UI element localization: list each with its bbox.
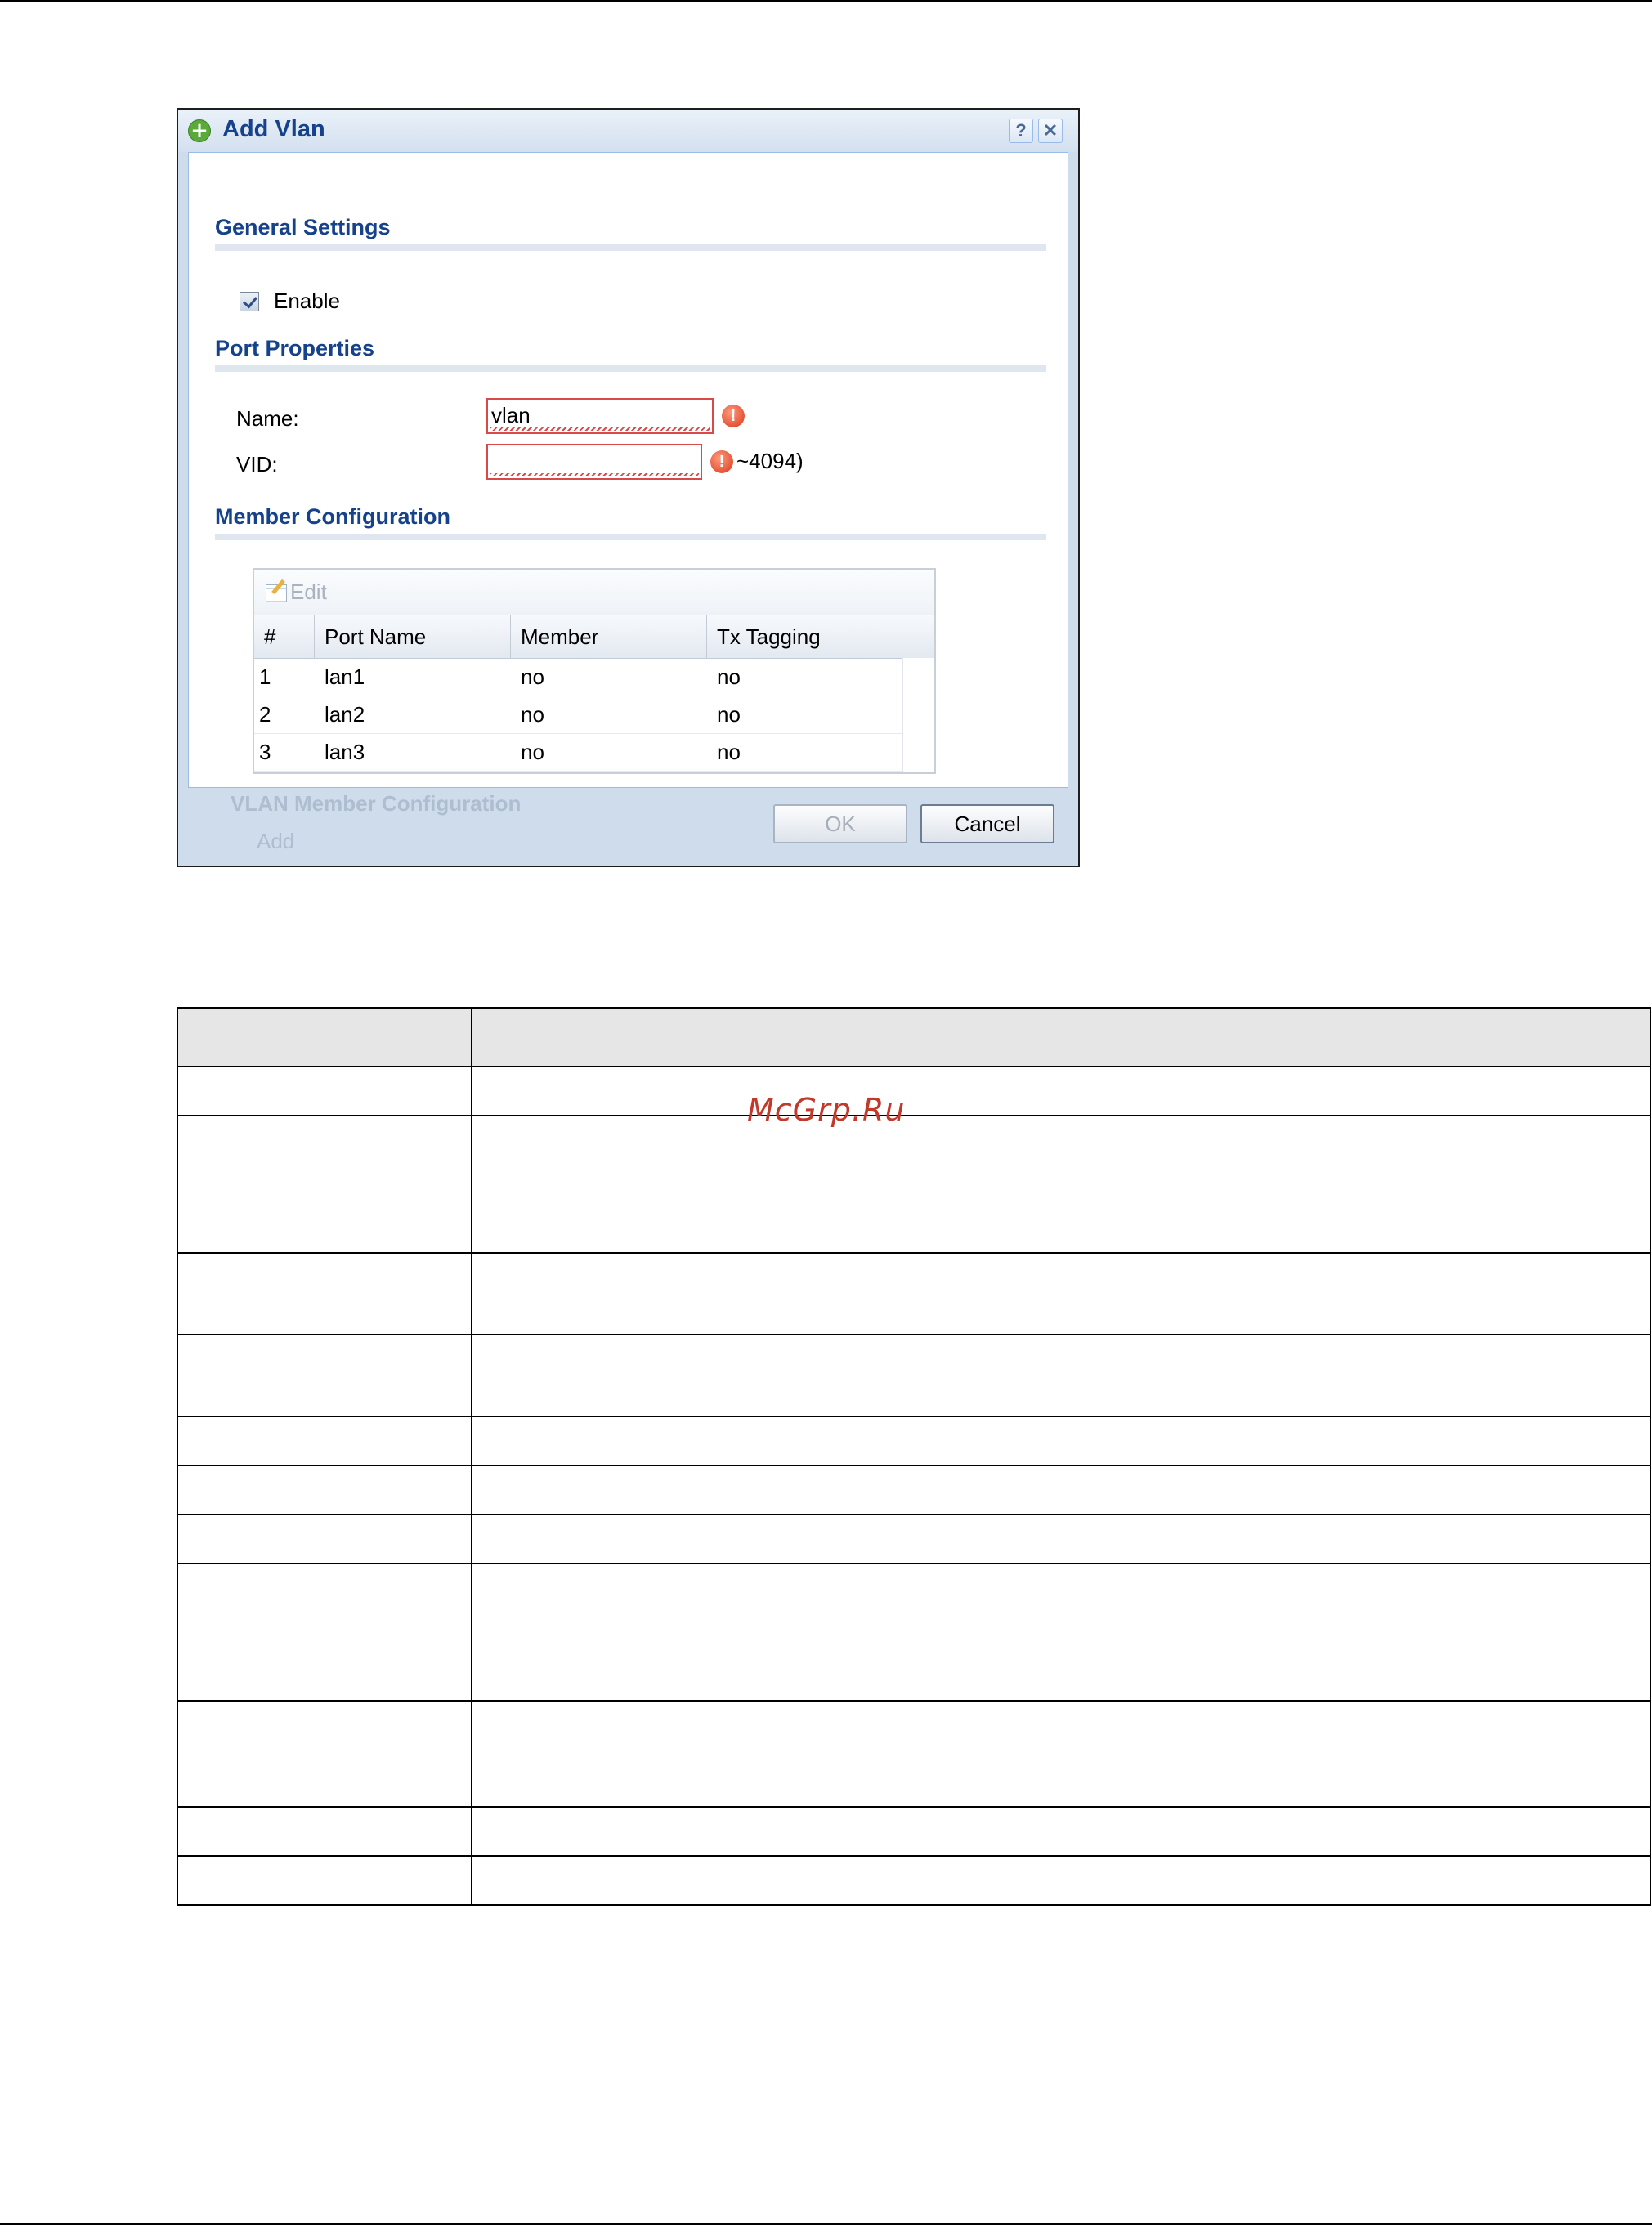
description-table: [177, 1007, 1651, 1906]
cell-tx-tagging: no: [717, 702, 741, 727]
cell-tx-tagging: no: [717, 740, 741, 764]
table-row[interactable]: 1 lan1 no no: [254, 658, 903, 696]
cell-index: 3: [259, 740, 271, 764]
table-cell: [177, 1066, 472, 1116]
column-header-tx-tagging[interactable]: Tx Tagging: [707, 615, 936, 658]
dialog-panel: General Settings Enable Port Properties …: [188, 152, 1068, 788]
table-row: [177, 1514, 1651, 1564]
table-row: [177, 1252, 1651, 1335]
table-cell: [177, 1563, 472, 1702]
dialog-title: Add Vlan: [222, 116, 325, 142]
spellcheck-underline: [490, 427, 710, 431]
add-vlan-dialog: + Add Vlan ? ✕ General Settings Enable P…: [177, 108, 1080, 867]
column-header-member[interactable]: Member: [511, 615, 707, 658]
section-divider: [215, 365, 1046, 372]
table-row: [177, 1700, 1651, 1808]
table-row: [177, 1416, 1651, 1466]
table-cell: [177, 1465, 472, 1515]
cancel-button[interactable]: Cancel: [920, 804, 1054, 843]
table-cell: [471, 1700, 1651, 1808]
table-cell: [471, 1007, 1651, 1067]
name-input-value: vlan: [491, 403, 531, 427]
table-cell: [177, 1416, 472, 1466]
table-cell: [471, 1514, 1651, 1564]
cell-member: no: [521, 702, 544, 727]
member-grid: Edit # Port Name Member Tx Tagging 1 lan…: [253, 568, 936, 774]
table-row: [177, 1115, 1651, 1254]
cell-index: 2: [259, 702, 271, 727]
name-label: Name:: [236, 406, 299, 431]
column-header-index[interactable]: #: [254, 615, 315, 658]
spellcheck-underline: [490, 473, 699, 476]
cell-port-name: lan1: [325, 664, 365, 689]
vid-input[interactable]: [486, 444, 702, 480]
table-cell: [177, 1855, 472, 1906]
enable-checkbox[interactable]: [240, 292, 259, 311]
table-row[interactable]: 3 lan3 no no: [254, 733, 903, 772]
general-settings-heading: General Settings: [215, 215, 391, 239]
cell-member: no: [521, 740, 544, 764]
table-row: [177, 1806, 1651, 1857]
table-cell: [471, 1334, 1651, 1417]
edit-icon: [266, 584, 287, 602]
vid-range-hint: ~4094): [736, 449, 804, 473]
table-cell: [177, 1514, 472, 1564]
watermark: McGrp.Ru: [747, 1092, 906, 1128]
section-divider: [215, 534, 1046, 540]
table-cell: [471, 1115, 1651, 1254]
enable-label: Enable: [274, 289, 340, 313]
table-cell: [471, 1563, 1651, 1702]
table-header-row: [177, 1007, 1651, 1067]
grid-header: # Port Name Member Tx Tagging: [254, 615, 934, 659]
table-row: [177, 1066, 1651, 1116]
background-add-label: Add: [257, 829, 295, 853]
table-row: [177, 1855, 1651, 1906]
close-icon[interactable]: ✕: [1038, 119, 1063, 143]
help-button[interactable]: ?: [1009, 119, 1033, 143]
port-properties-heading: Port Properties: [215, 336, 375, 360]
table-cell: [471, 1465, 1651, 1515]
table-cell: [471, 1855, 1651, 1906]
cell-port-name: lan3: [325, 740, 365, 764]
background-section-heading: VLAN Member Configuration: [231, 791, 522, 816]
table-cell: [177, 1700, 472, 1808]
table-row: [177, 1334, 1651, 1417]
table-cell: [471, 1806, 1651, 1857]
table-cell: [177, 1115, 472, 1254]
table-cell: [471, 1416, 1651, 1466]
name-error-icon[interactable]: !: [722, 405, 745, 427]
table-cell: [471, 1252, 1651, 1335]
cell-index: 1: [259, 664, 271, 689]
top-rule: [0, 0, 1652, 2]
edit-button[interactable]: Edit: [290, 579, 327, 605]
table-row[interactable]: 2 lan2 no no: [254, 696, 903, 734]
table-row: [177, 1465, 1651, 1515]
vid-error-icon[interactable]: !: [710, 450, 733, 473]
add-circle-icon: +: [188, 119, 211, 142]
column-header-port-name[interactable]: Port Name: [315, 615, 511, 658]
cell-port-name: lan2: [325, 702, 365, 727]
table-cell: [177, 1252, 472, 1335]
bottom-rule: [0, 2223, 1652, 2225]
grid-toolbar: Edit: [254, 570, 934, 616]
table-cell: [177, 1806, 472, 1857]
name-input[interactable]: vlan: [486, 398, 714, 434]
grid-scrollbar[interactable]: [902, 658, 934, 772]
vid-label: VID:: [236, 452, 278, 476]
table-cell: [177, 1007, 472, 1067]
ok-button[interactable]: OK: [773, 804, 907, 843]
section-divider: [215, 244, 1046, 251]
table-cell: [471, 1066, 1651, 1116]
table-cell: [177, 1334, 472, 1417]
cell-member: no: [521, 664, 544, 689]
member-configuration-heading: Member Configuration: [215, 504, 450, 529]
table-row: [177, 1563, 1651, 1702]
dialog-titlebar[interactable]: + Add Vlan ? ✕: [178, 110, 1078, 152]
cell-tx-tagging: no: [717, 664, 741, 689]
